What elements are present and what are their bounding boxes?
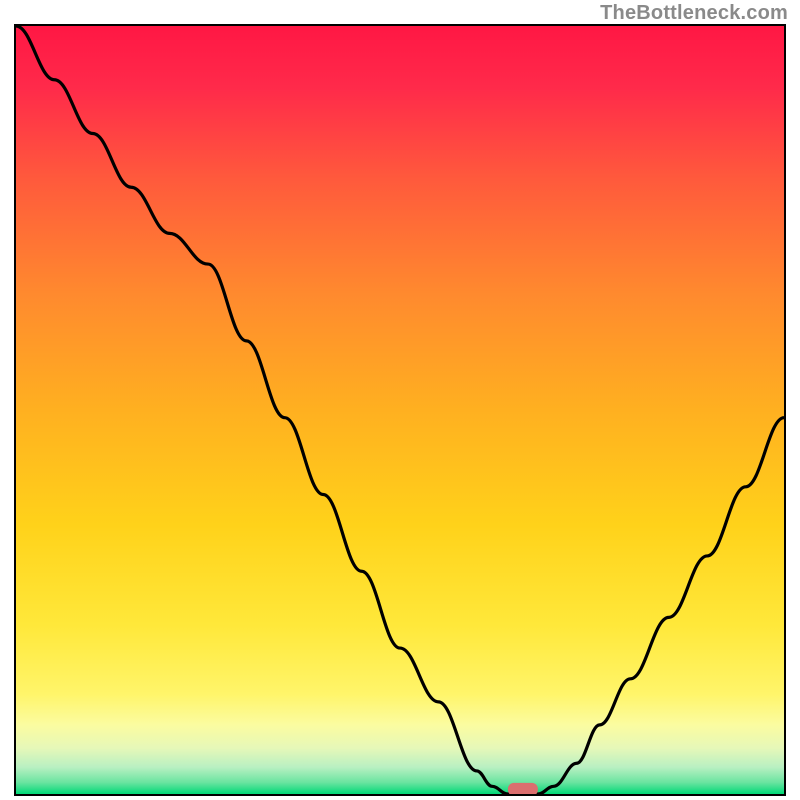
- bottleneck-chart: [16, 26, 784, 794]
- chart-background: [16, 26, 784, 794]
- optimal-point-marker: [508, 783, 538, 794]
- watermark-text: TheBottleneck.com: [600, 2, 788, 25]
